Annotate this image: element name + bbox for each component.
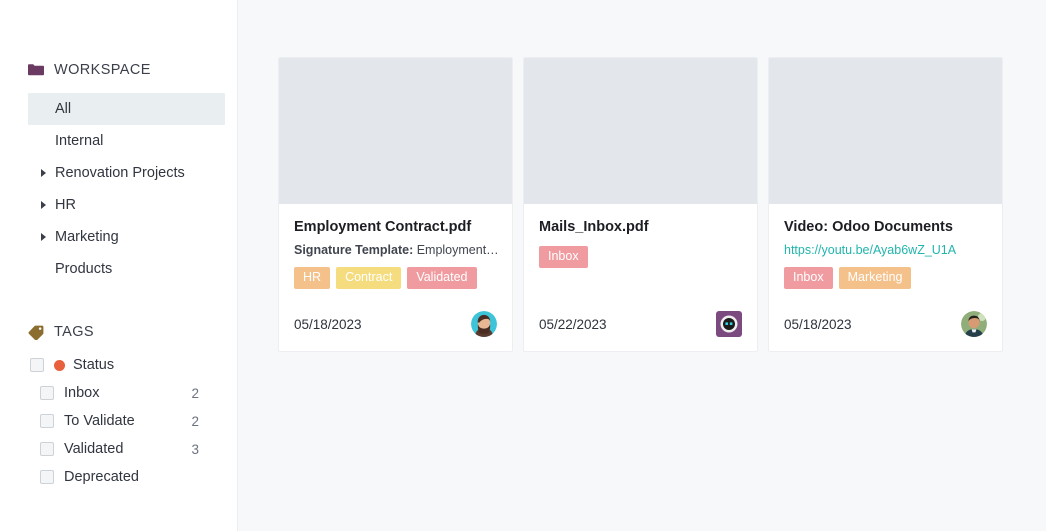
document-card-footer: 05/18/2023 [769, 311, 1002, 351]
document-card[interactable]: Video: Odoo Documents https://youtu.be/A… [768, 57, 1003, 352]
document-card[interactable]: Employment Contract.pdf Signature Templa… [278, 57, 513, 352]
document-card[interactable]: Mails_Inbox.pdf Inbox 05/22/2023 [523, 57, 758, 352]
workspace-tree: All Internal Renovation Projects HR Mark… [0, 93, 237, 285]
document-url-link[interactable]: https://youtu.be/Ayab6wZ_U1A [784, 242, 987, 258]
tag-item-label: Inbox [64, 385, 100, 401]
document-title: Mails_Inbox.pdf [539, 219, 649, 235]
tag-item-label: Validated [64, 441, 124, 457]
document-card-footer: 05/22/2023 [524, 311, 757, 351]
document-card-grid: Employment Contract.pdf Signature Templa… [278, 57, 1046, 352]
tag-icon [28, 325, 44, 340]
tag-chip[interactable]: Marketing [838, 267, 912, 290]
tags-title: TAGS [54, 324, 95, 340]
document-thumbnail[interactable] [769, 58, 1002, 204]
sidebar-item-label: HR [55, 197, 76, 213]
sidebar-item-products[interactable]: Products [0, 253, 237, 285]
tag-item-deprecated[interactable]: Deprecated [0, 463, 237, 491]
checkbox-icon[interactable] [30, 358, 44, 372]
document-tag-chips: Inbox [539, 245, 742, 268]
avatar[interactable] [471, 311, 497, 337]
sidebar-item-renovation-projects[interactable]: Renovation Projects [0, 157, 237, 189]
sidebar-item-label: Internal [55, 133, 104, 149]
tag-group-status[interactable]: Status [0, 351, 237, 379]
document-title: Video: Odoo Documents [784, 219, 953, 235]
tag-chip[interactable]: Contract [336, 267, 402, 290]
document-subtitle-label: Signature Template: [294, 242, 414, 257]
document-tag-chips: HR Contract Validated [294, 267, 497, 290]
workspace-title: WORKSPACE [54, 62, 151, 78]
document-card-body: Mails_Inbox.pdf Inbox [524, 204, 757, 311]
sidebar-item-label: Marketing [55, 229, 119, 245]
sidebar-item-internal[interactable]: Internal [0, 125, 237, 157]
checkbox-icon[interactable] [40, 470, 54, 484]
tag-item-count: 2 [191, 385, 199, 401]
tag-chip[interactable]: Inbox [539, 245, 588, 268]
sidebar-item-label: All [55, 101, 72, 117]
document-subtitle-value: Employment… [413, 242, 497, 257]
folder-icon [28, 63, 44, 77]
tag-chip[interactable]: Inbox [784, 267, 833, 290]
sidebar-item-marketing[interactable]: Marketing [0, 221, 237, 253]
tag-item-count: 3 [191, 441, 199, 457]
tag-list: Status Inbox 2 To Validate 2 Validated 3… [0, 351, 237, 491]
sidebar-item-all[interactable]: All [28, 93, 225, 125]
document-thumbnail[interactable] [279, 58, 512, 204]
documents-app: WORKSPACE All Internal Renovation Projec… [0, 0, 1046, 531]
document-tag-chips: Inbox Marketing [784, 267, 987, 290]
tag-item-inbox[interactable]: Inbox 2 [0, 379, 237, 407]
tag-item-label: Deprecated [64, 469, 139, 485]
chevron-right-icon[interactable] [41, 201, 46, 209]
tag-chip[interactable]: Validated [407, 267, 477, 290]
document-date: 05/18/2023 [784, 316, 852, 332]
document-card-body: Video: Odoo Documents https://youtu.be/A… [769, 204, 1002, 311]
tag-item-label: To Validate [64, 413, 135, 429]
chevron-right-icon[interactable] [41, 233, 46, 241]
document-card-footer: 05/18/2023 [279, 311, 512, 351]
sidebar-item-label: Products [55, 261, 113, 277]
checkbox-icon[interactable] [40, 442, 54, 456]
tag-item-validated[interactable]: Validated 3 [0, 435, 237, 463]
avatar[interactable] [716, 311, 742, 337]
avatar[interactable] [961, 311, 987, 337]
checkbox-icon[interactable] [40, 414, 54, 428]
sidebar-item-hr[interactable]: HR [0, 189, 237, 221]
sidebar: WORKSPACE All Internal Renovation Projec… [0, 0, 238, 531]
chevron-right-icon[interactable] [41, 169, 46, 177]
tag-chip[interactable]: HR [294, 267, 331, 290]
workspace-section-header: WORKSPACE [0, 57, 237, 83]
tags-section-header: TAGS [0, 319, 237, 345]
tag-group-label: Status [73, 357, 115, 373]
document-subtitle: Signature Template: Employment… [294, 242, 497, 258]
document-card-body: Employment Contract.pdf Signature Templa… [279, 204, 512, 311]
sidebar-item-label: Renovation Projects [55, 165, 185, 181]
document-date: 05/18/2023 [294, 316, 362, 332]
tag-item-count: 2 [191, 413, 199, 429]
document-date: 05/22/2023 [539, 316, 607, 332]
status-color-dot-icon [54, 359, 65, 371]
tag-item-to-validate[interactable]: To Validate 2 [0, 407, 237, 435]
documents-main-area: Employment Contract.pdf Signature Templa… [238, 0, 1046, 531]
document-title: Employment Contract.pdf [294, 219, 472, 235]
document-thumbnail[interactable] [524, 58, 757, 204]
checkbox-icon[interactable] [40, 386, 54, 400]
